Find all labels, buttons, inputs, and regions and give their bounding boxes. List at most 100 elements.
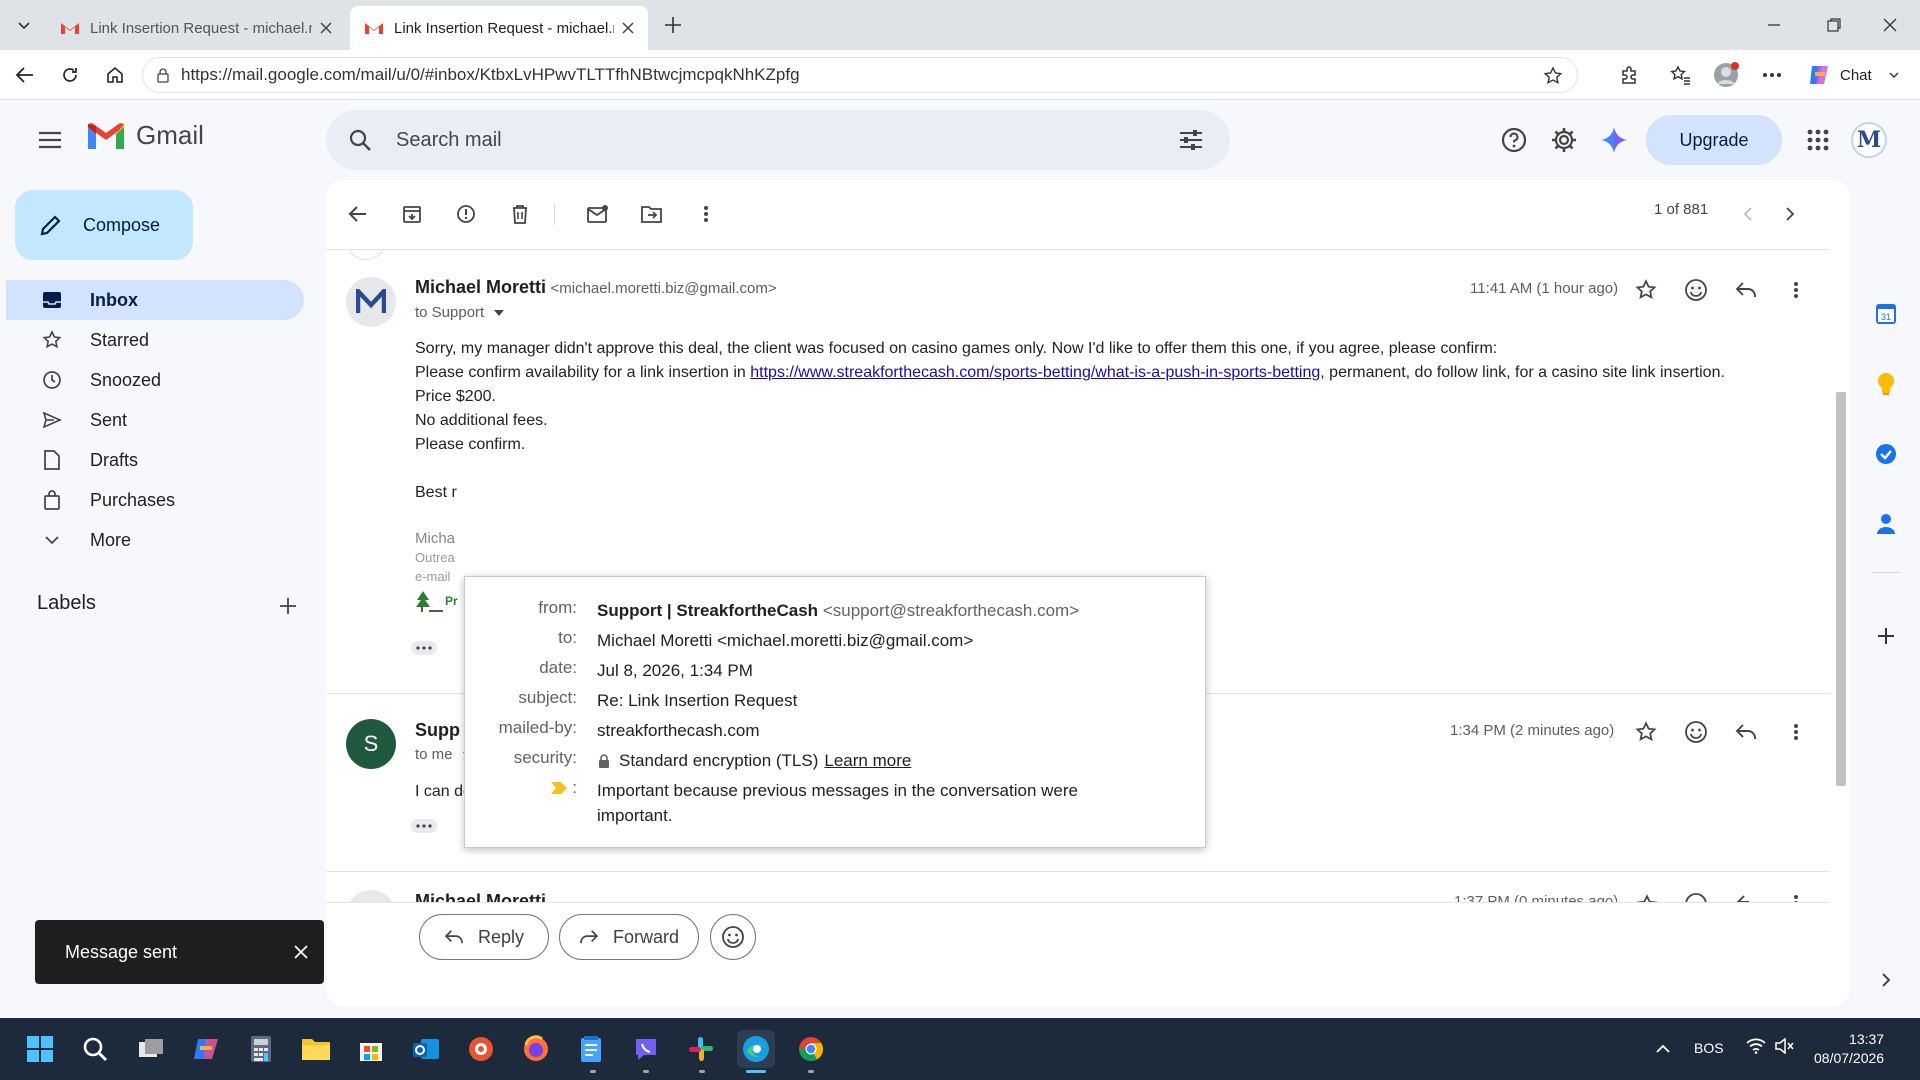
taskbar-notepad[interactable] <box>572 1030 610 1068</box>
sender-name[interactable]: Supp <box>415 720 460 741</box>
reply-action-button[interactable]: Reply <box>419 914 549 960</box>
back-to-inbox-button[interactable] <box>340 196 376 232</box>
back-button[interactable] <box>7 57 43 93</box>
forward-action-button[interactable]: Forward <box>559 914 699 960</box>
minimize-button[interactable] <box>1756 7 1792 43</box>
article-link[interactable]: https://www.streakforthecash.com/sports-… <box>750 364 1320 381</box>
browser-tab-1[interactable]: Link Insertion Request - michael.m <box>46 6 346 50</box>
support-button[interactable] <box>1496 122 1532 158</box>
close-icon[interactable] <box>318 20 334 36</box>
settings-button[interactable] <box>1546 122 1582 158</box>
copilot-chat-button[interactable]: Chat <box>1800 58 1914 92</box>
more-vertical-icon[interactable] <box>1793 894 1799 902</box>
react-button[interactable] <box>710 914 756 960</box>
star-icon[interactable] <box>1543 66 1563 86</box>
search-bar[interactable]: Search mail <box>326 110 1230 170</box>
delete-button[interactable] <box>502 196 538 232</box>
message-more-button[interactable] <box>1778 272 1814 308</box>
star-icon[interactable] <box>1636 894 1658 902</box>
browser-tab-2[interactable]: Link Insertion Request - michael.m <box>350 6 648 50</box>
sidebar-item-more[interactable]: More <box>6 520 304 560</box>
sidebar-item-inbox[interactable]: Inbox <box>6 280 304 320</box>
sender-avatar[interactable] <box>346 890 396 902</box>
taskbar-app-red[interactable] <box>462 1030 500 1068</box>
taskbar-chrome[interactable] <box>792 1030 830 1068</box>
add-reaction-button[interactable] <box>1678 714 1714 750</box>
taskbar-viber[interactable] <box>627 1030 665 1068</box>
favorites-button[interactable] <box>1662 57 1698 93</box>
show-sidepanel-button[interactable] <box>1868 962 1904 998</box>
calendar-sidepanel-button[interactable]: 31 <box>1868 296 1904 332</box>
sidebar-item-drafts[interactable]: Drafts <box>6 440 304 480</box>
scrollbar-thumb[interactable] <box>1836 392 1846 786</box>
message-more-button[interactable] <box>1778 714 1814 750</box>
more-menu-button[interactable] <box>1754 57 1790 93</box>
gmail-logo[interactable]: Gmail <box>86 120 204 151</box>
sidebar-item-sent[interactable]: Sent <box>6 400 304 440</box>
tasks-sidepanel-button[interactable] <box>1868 436 1904 472</box>
sender-name[interactable]: Michael Moretti <box>415 277 546 297</box>
add-reaction-button[interactable] <box>1678 272 1714 308</box>
caret-down-icon[interactable] <box>494 309 505 316</box>
newer-button[interactable] <box>1730 196 1766 232</box>
close-icon[interactable] <box>620 20 636 36</box>
keep-sidepanel-button[interactable] <box>1868 366 1904 402</box>
older-button[interactable] <box>1772 196 1808 232</box>
taskbar-copilot[interactable] <box>187 1030 225 1068</box>
star-button[interactable] <box>1628 272 1664 308</box>
move-to-button[interactable] <box>634 196 670 232</box>
contacts-sidepanel-button[interactable] <box>1868 506 1904 542</box>
reply-icon[interactable] <box>1736 894 1758 902</box>
tab-list-button[interactable] <box>6 7 42 43</box>
sidebar-item-snoozed[interactable]: Snoozed <box>6 360 304 400</box>
create-label-button[interactable] <box>270 588 306 624</box>
reload-button[interactable] <box>52 57 88 93</box>
taskbar-file-explorer[interactable] <box>297 1030 335 1068</box>
report-spam-button[interactable] <box>448 196 484 232</box>
sender-name[interactable]: Michael Moretti <box>415 891 546 902</box>
main-menu-button[interactable] <box>32 122 68 158</box>
taskbar-clock[interactable]: 13:37 08/07/2026 <box>1814 1030 1884 1068</box>
taskbar-slack[interactable] <box>682 1030 720 1068</box>
get-addons-button[interactable] <box>1868 618 1904 654</box>
account-avatar[interactable]: M <box>1851 122 1887 158</box>
taskbar-microsoft-store[interactable] <box>352 1030 390 1068</box>
upgrade-button[interactable]: Upgrade <box>1646 115 1782 165</box>
learn-more-link[interactable]: Learn more <box>824 748 911 773</box>
show-trimmed-content-button[interactable] <box>411 641 437 655</box>
profile-button[interactable] <box>1708 57 1744 93</box>
sidebar-item-purchases[interactable]: Purchases <box>6 480 304 520</box>
new-tab-button[interactable] <box>655 7 691 43</box>
taskbar-calculator[interactable] <box>242 1030 280 1068</box>
gemini-button[interactable] <box>1596 122 1632 158</box>
window-close-button[interactable] <box>1872 7 1908 43</box>
google-apps-button[interactable] <box>1800 122 1836 158</box>
address-bar[interactable]: https://mail.google.com/mail/u/0/#inbox/… <box>142 57 1578 93</box>
show-trimmed-content-button[interactable] <box>411 819 437 833</box>
sidebar-item-starred[interactable]: Starred <box>6 320 304 360</box>
star-button[interactable] <box>1628 714 1664 750</box>
archive-button[interactable] <box>394 196 430 232</box>
sender-avatar[interactable]: S <box>346 719 396 769</box>
sender-avatar[interactable] <box>346 277 396 327</box>
home-button[interactable] <box>97 57 133 93</box>
dismiss-toast-button[interactable] <box>283 934 319 970</box>
taskbar-search-button[interactable] <box>76 1030 114 1068</box>
emoji-icon[interactable] <box>1684 892 1708 902</box>
search-icon[interactable] <box>348 128 372 152</box>
taskbar-outlook[interactable] <box>407 1030 445 1068</box>
maximize-button[interactable] <box>1816 7 1852 43</box>
taskbar-edge[interactable] <box>737 1030 775 1068</box>
mark-unread-button[interactable] <box>580 196 616 232</box>
search-options-icon[interactable] <box>1178 128 1204 152</box>
taskbar-firefox[interactable] <box>517 1030 555 1068</box>
extensions-button[interactable] <box>1612 57 1648 93</box>
compose-button[interactable]: Compose <box>15 190 193 260</box>
system-tray-status[interactable] <box>1746 1038 1794 1054</box>
reply-button[interactable] <box>1728 714 1764 750</box>
show-hidden-icons-button[interactable] <box>1644 1030 1682 1068</box>
task-view-button[interactable] <box>132 1030 170 1068</box>
input-language[interactable]: BOS <box>1694 1040 1724 1056</box>
start-button[interactable] <box>21 1030 59 1068</box>
more-actions-button[interactable] <box>688 196 724 232</box>
